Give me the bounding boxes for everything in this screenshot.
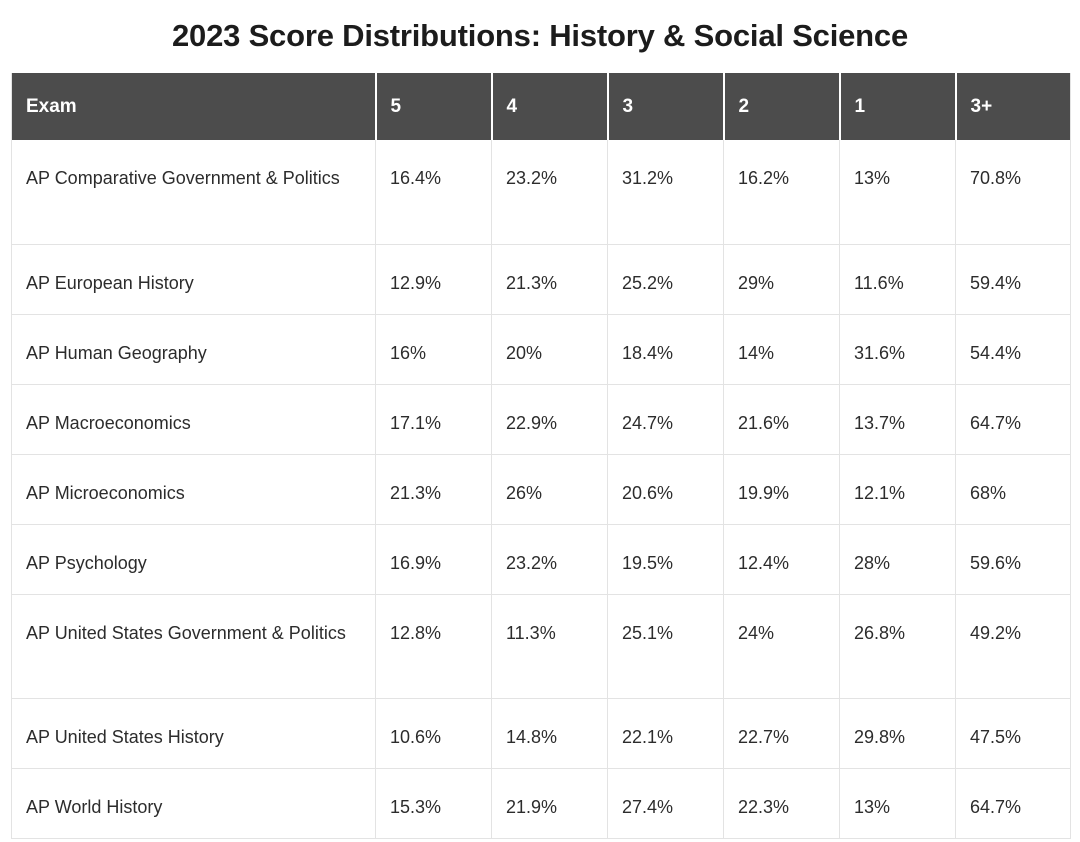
cell-score-4: 21.3% [491,244,608,315]
cell-score-4: 26% [491,454,608,525]
table-row: AP Comparative Government & Politics 16.4… [11,140,1071,245]
cell-score-5: 15.3% [375,768,492,839]
column-header-5[interactable]: 5 [375,73,493,140]
table-row: AP United States Government & Politics 12… [11,594,1071,699]
cell-score-4: 20% [491,314,608,385]
cell-score-5: 16% [375,314,492,385]
cell-exam: AP Microeconomics [11,454,376,525]
cell-score-3plus: 59.6% [955,524,1071,595]
cell-exam: AP United States History [11,698,376,769]
cell-score-3: 27.4% [607,768,724,839]
cell-score-5: 10.6% [375,698,492,769]
cell-score-2: 24% [723,594,840,699]
cell-exam: AP European History [11,244,376,315]
cell-score-4: 23.2% [491,524,608,595]
cell-score-1: 11.6% [839,244,956,315]
cell-score-5: 12.8% [375,594,492,699]
cell-score-5: 17.1% [375,384,492,455]
cell-score-2: 14% [723,314,840,385]
page-title: 2023 Score Distributions: History & Soci… [172,18,908,53]
cell-score-4: 14.8% [491,698,608,769]
cell-score-3: 31.2% [607,140,724,245]
cell-score-1: 12.1% [839,454,956,525]
table-row: AP Psychology 16.9% 23.2% 19.5% 12.4% 28% 59.6… [11,524,1071,595]
cell-score-3plus: 47.5% [955,698,1071,769]
table-row: AP United States History 10.6% 14.8% 22.1% 2… [11,698,1071,769]
column-header-1[interactable]: 1 [839,73,957,140]
cell-score-4: 11.3% [491,594,608,699]
table-body: AP Comparative Government & Politics 16.4… [11,140,1071,839]
cell-score-4: 21.9% [491,768,608,839]
cell-score-3plus: 59.4% [955,244,1071,315]
cell-score-4: 22.9% [491,384,608,455]
cell-score-2: 22.3% [723,768,840,839]
cell-score-4: 23.2% [491,140,608,245]
cell-exam: AP Psychology [11,524,376,595]
cell-score-5: 21.3% [375,454,492,525]
cell-score-2: 29% [723,244,840,315]
cell-score-2: 22.7% [723,698,840,769]
column-header-4[interactable]: 4 [491,73,609,140]
cell-score-3: 22.1% [607,698,724,769]
cell-score-3plus: 49.2% [955,594,1071,699]
score-distribution-page: 2023 Score Distributions: History & Soci… [0,0,1080,842]
cell-score-3: 18.4% [607,314,724,385]
cell-score-3plus: 64.7% [955,384,1071,455]
table-row: AP World History 15.3% 21.9% 27.4% 22.3% 13% 6… [11,768,1071,839]
cell-score-3: 20.6% [607,454,724,525]
cell-score-2: 16.2% [723,140,840,245]
cell-score-2: 19.9% [723,454,840,525]
table-row: AP European History 12.9% 21.3% 25.2% 29% 11.… [11,244,1071,315]
cell-score-3plus: 64.7% [955,768,1071,839]
cell-score-3plus: 68% [955,454,1071,525]
table-row: AP Macroeconomics 17.1% 22.9% 24.7% 21.6% 13.… [11,384,1071,455]
cell-score-1: 26.8% [839,594,956,699]
cell-score-3: 25.1% [607,594,724,699]
cell-exam: AP Comparative Government & Politics [11,140,376,245]
cell-score-1: 31.6% [839,314,956,385]
cell-score-2: 12.4% [723,524,840,595]
cell-score-5: 16.4% [375,140,492,245]
table-row: AP Microeconomics 21.3% 26% 20.6% 19.9% 12.1%… [11,454,1071,525]
cell-score-3: 19.5% [607,524,724,595]
column-header-3[interactable]: 3 [607,73,725,140]
cell-score-2: 21.6% [723,384,840,455]
cell-score-3plus: 70.8% [955,140,1071,245]
cell-score-1: 13% [839,768,956,839]
column-header-3plus[interactable]: 3+ [955,73,1071,140]
cell-exam: AP Human Geography [11,314,376,385]
cell-score-1: 13.7% [839,384,956,455]
table-header: Exam 5 4 3 2 1 3+ [11,73,1071,140]
cell-score-3: 24.7% [607,384,724,455]
column-header-2[interactable]: 2 [723,73,841,140]
cell-exam: AP World History [11,768,376,839]
score-table-container: Exam 5 4 3 2 1 3+ AP Comparative Governm… [11,73,1071,839]
cell-score-3plus: 54.4% [955,314,1071,385]
table-row: AP Human Geography 16% 20% 18.4% 14% 31.6% 54.… [11,314,1071,385]
column-header-exam[interactable]: Exam [11,73,377,140]
cell-score-3: 25.2% [607,244,724,315]
cell-score-5: 12.9% [375,244,492,315]
cell-score-1: 29.8% [839,698,956,769]
cell-score-5: 16.9% [375,524,492,595]
cell-score-1: 13% [839,140,956,245]
cell-exam: AP Macroeconomics [11,384,376,455]
table-header-row: Exam 5 4 3 2 1 3+ [11,73,1071,140]
cell-exam: AP United States Government & Politics [11,594,376,699]
score-distribution-table: Exam 5 4 3 2 1 3+ AP Comparative Governm… [11,73,1071,839]
cell-score-1: 28% [839,524,956,595]
